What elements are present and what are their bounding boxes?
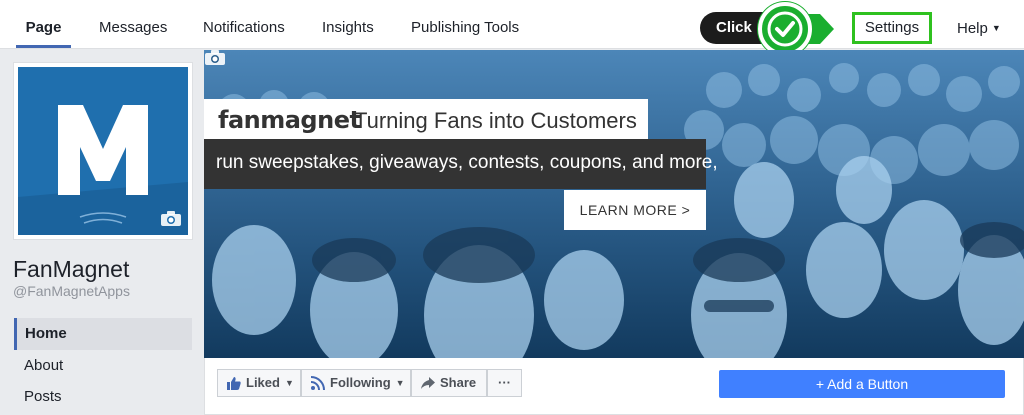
page-handle[interactable]: @FanMagnetApps [13,283,130,299]
following-label: Following [330,375,391,390]
left-nav-home[interactable]: Home [14,318,192,350]
tab-messages[interactable]: Messages [99,0,167,48]
share-label: Share [440,375,477,390]
more-options-button[interactable]: ··· [487,369,522,397]
tab-notifications[interactable]: Notifications [203,0,285,48]
profile-picture[interactable] [13,62,193,240]
rss-icon [311,376,325,390]
help-menu[interactable]: Help ▼ [957,0,1001,48]
liked-button[interactable]: Liked ▼ [217,369,301,397]
brand-wordmark: fanmagnet [218,106,361,134]
cover-camera-icon[interactable] [204,50,226,66]
left-nav-posts[interactable]: Posts [14,381,192,413]
cover-subline: run sweepstakes, giveaways, contests, co… [216,152,718,173]
tab-insights[interactable]: Insights [322,0,374,48]
following-button[interactable]: Following ▼ [301,369,411,397]
add-a-button[interactable]: + Add a Button [719,370,1005,398]
caret-down-icon: ▼ [284,378,294,388]
camera-icon[interactable] [160,211,182,227]
learn-more-button[interactable]: LEARN MORE > [564,190,706,230]
thumbs-up-icon [227,377,241,390]
caret-down-icon: ▼ [991,23,1001,33]
share-arrow-icon [421,377,435,389]
caret-down-icon: ▼ [395,378,405,388]
cover-subline-banner: run sweepstakes, giveaways, contests, co… [204,139,718,189]
cover-tagline: Turning Fans into Customers [354,108,637,133]
page-logo [18,67,188,235]
tab-publishing-tools[interactable]: Publishing Tools [411,0,519,48]
liked-label: Liked [246,375,280,390]
help-label: Help [957,20,988,37]
share-button[interactable]: Share [411,369,487,397]
cover-brand-banner: fanmagnet Turning Fans into Customers [204,99,648,139]
tab-page[interactable]: Page [16,0,71,48]
settings-button[interactable]: Settings [852,12,932,44]
left-nav-about[interactable]: About [14,350,192,382]
page-name: FanMagnet [13,256,130,282]
checkmark-icon [758,2,812,56]
